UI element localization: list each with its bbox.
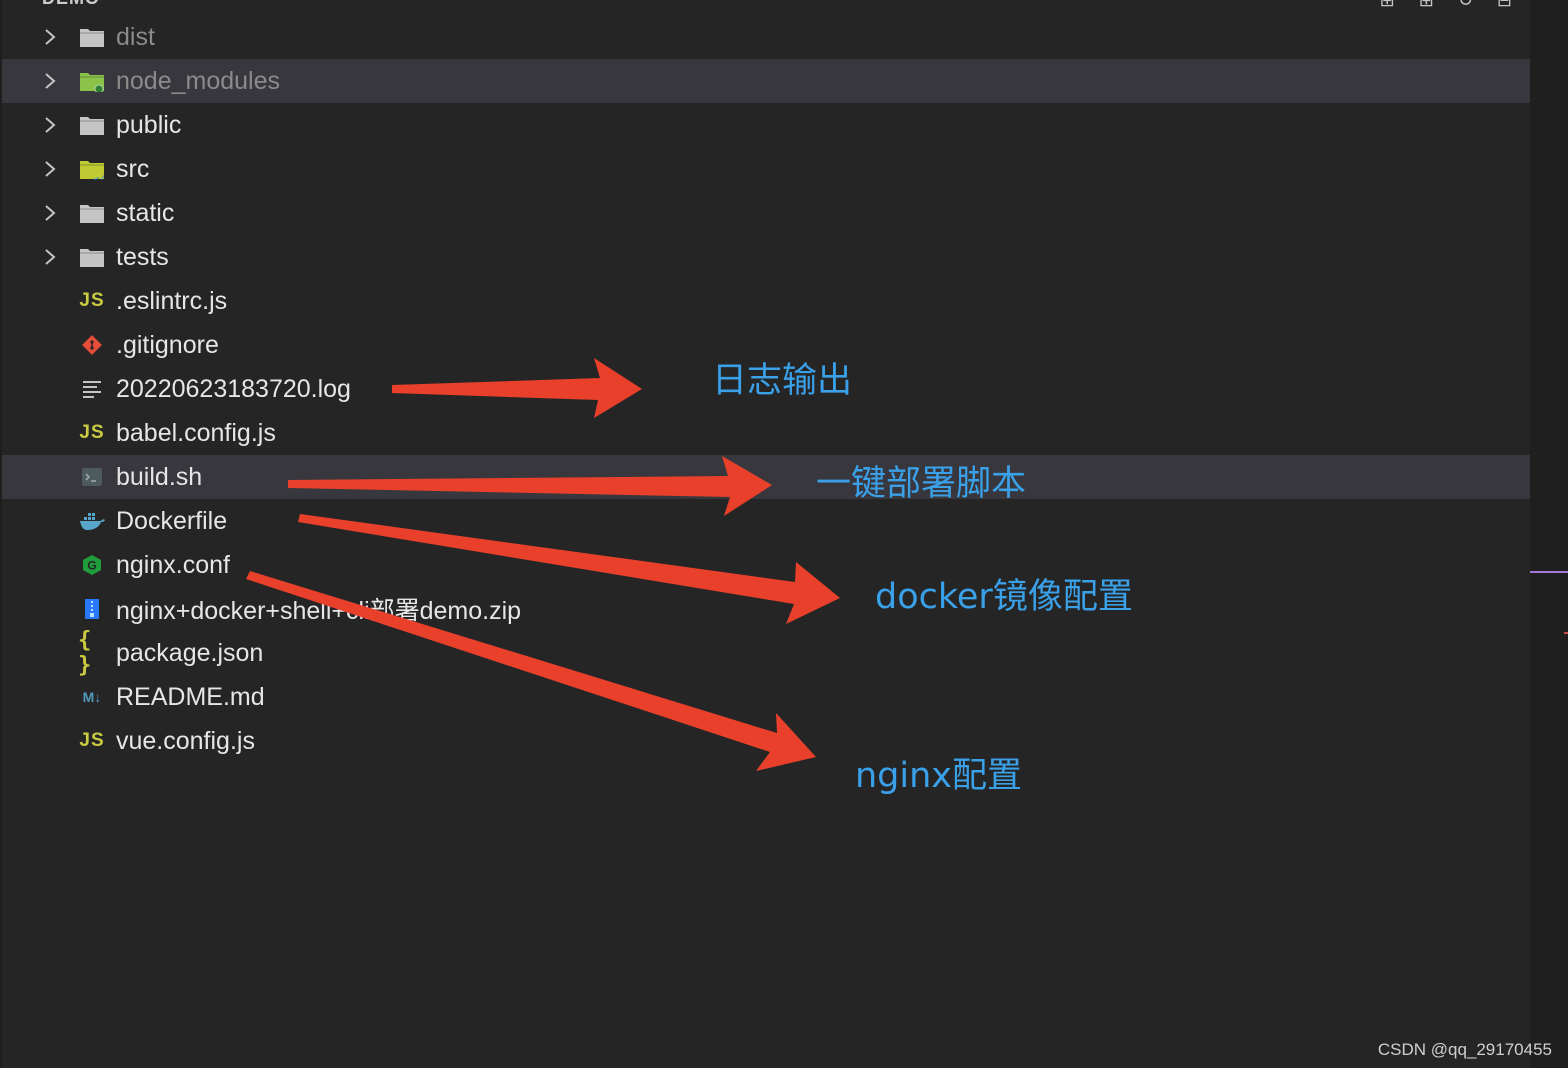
- editor-edge-accent-red: [1564, 632, 1568, 634]
- docker-icon: [78, 508, 106, 534]
- explorer-title: DEMO: [42, 0, 100, 9]
- editor-edge: [1530, 0, 1568, 1068]
- shell-icon: [78, 464, 106, 490]
- tree-file-row[interactable]: JS vue.config.js: [2, 719, 1532, 763]
- tree-file-row[interactable]: JS .eslintrc.js: [2, 279, 1532, 323]
- chevron-right-icon[interactable]: [40, 27, 60, 47]
- annotation-docker-image-config: docker镜像配置: [875, 577, 1133, 617]
- folder-icon: [78, 24, 106, 50]
- tree-file-row[interactable]: { } package.json: [2, 628, 1532, 678]
- tree-file-row[interactable]: M↓ README.md: [2, 675, 1532, 719]
- tree-file-row[interactable]: build.sh: [2, 455, 1532, 499]
- tree-item-label: 20220623183720.log: [116, 374, 351, 403]
- folder-icon: [78, 200, 106, 226]
- tree-folder-row[interactable]: public: [2, 103, 1532, 147]
- tree-item-label: Dockerfile: [116, 506, 228, 535]
- refresh-icon[interactable]: ↻: [1458, 0, 1473, 11]
- folder-icon: [78, 244, 106, 270]
- git-icon: [78, 332, 106, 358]
- editor-edge-accent: [1530, 571, 1568, 573]
- tree-item-label: src: [116, 154, 150, 183]
- watermark: CSDN @qq_29170455: [1377, 1040, 1552, 1059]
- tree-item-label: public: [116, 110, 182, 139]
- tree-folder-row[interactable]: tests: [2, 235, 1532, 279]
- tree-file-row[interactable]: nginx+docker+shell+cli部署demo.zip: [2, 587, 1532, 631]
- collapse-all-icon[interactable]: ⊟: [1497, 0, 1512, 11]
- new-folder-icon[interactable]: ⊞: [1419, 0, 1434, 11]
- tree-item-label: package.json: [116, 638, 264, 667]
- log-icon: [78, 376, 106, 402]
- tree-item-label: babel.config.js: [116, 418, 276, 447]
- chevron-right-icon[interactable]: [40, 71, 60, 91]
- tree-file-row[interactable]: JS babel.config.js: [2, 411, 1532, 455]
- js-icon: JS: [79, 422, 105, 443]
- chevron-right-icon[interactable]: [40, 115, 60, 135]
- js-icon: JS: [79, 290, 105, 311]
- explorer-actions: ⊞ ⊞ ↻ ⊟: [1380, 0, 1512, 11]
- folder-node-icon: [78, 68, 106, 94]
- json-icon: { }: [78, 628, 92, 678]
- svg-text:G: G: [87, 559, 96, 573]
- tree-folder-row[interactable]: dist: [2, 15, 1532, 59]
- tree-folder-row[interactable]: static: [2, 191, 1532, 235]
- tree-item-label: .gitignore: [116, 330, 219, 359]
- folder-src-icon: </>: [78, 156, 106, 182]
- explorer-header: DEMO ⊞ ⊞ ↻ ⊟: [2, 0, 1532, 14]
- tree-item-label: .eslintrc.js: [116, 286, 228, 315]
- file-explorer: DEMO ⊞ ⊞ ↻ ⊟ dist node_modulespublic </> sr…: [0, 0, 1532, 1068]
- zip-icon: [78, 596, 106, 622]
- tree-file-row[interactable]: Dockerfile: [2, 499, 1532, 543]
- chevron-right-icon[interactable]: [40, 159, 60, 179]
- tree-item-label: README.md: [116, 682, 265, 711]
- tree-item-label: nginx.conf: [116, 550, 230, 579]
- annotation-log-output: 日志输出: [712, 361, 853, 401]
- tree-file-row[interactable]: Gnginx.conf: [2, 543, 1532, 587]
- chevron-right-icon[interactable]: [40, 247, 60, 267]
- nginx-icon: G: [78, 552, 106, 578]
- tree-folder-row[interactable]: </> src: [2, 147, 1532, 191]
- tree-item-label: tests: [116, 242, 169, 271]
- tree-item-label: dist: [116, 22, 155, 51]
- annotation-one-click-deploy: 一键部署脚本: [816, 464, 1027, 504]
- folder-icon: [78, 112, 106, 138]
- tree-item-label: nginx+docker+shell+cli部署demo.zip: [116, 597, 522, 625]
- markdown-icon: M↓: [82, 689, 102, 705]
- svg-text:</>: </>: [94, 175, 105, 180]
- tree-item-label: build.sh: [116, 462, 203, 491]
- chevron-right-icon[interactable]: [40, 203, 60, 223]
- new-file-icon[interactable]: ⊞: [1380, 0, 1395, 11]
- tree-item-label: static: [116, 198, 175, 227]
- js-icon: JS: [79, 730, 105, 751]
- tree-folder-row[interactable]: node_modules: [2, 59, 1532, 103]
- annotation-nginx-config: nginx配置: [855, 756, 1023, 796]
- tree-item-label: node_modules: [116, 66, 281, 95]
- tree-item-label: vue.config.js: [116, 726, 255, 755]
